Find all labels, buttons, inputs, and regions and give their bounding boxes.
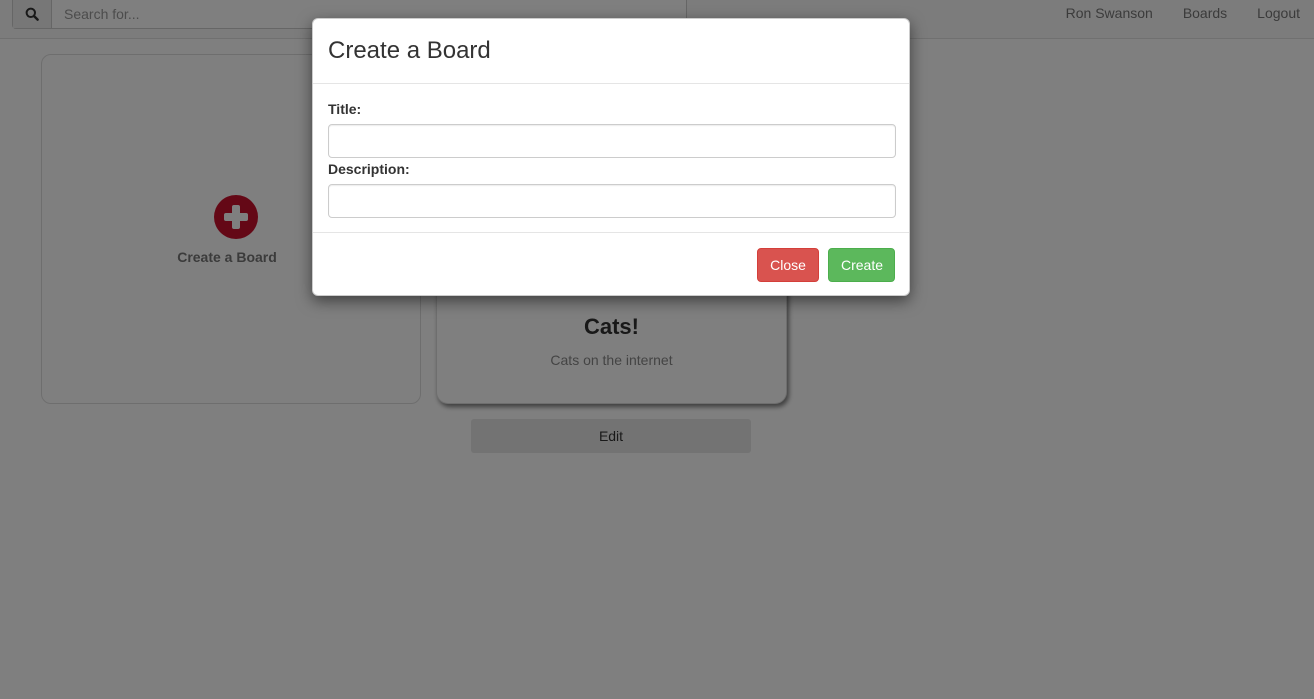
- close-button[interactable]: Close: [757, 247, 819, 282]
- title-input[interactable]: [328, 124, 896, 158]
- modal-body: Title: Description:: [313, 84, 909, 233]
- modal-header: Create a Board: [313, 19, 909, 84]
- create-button[interactable]: Create: [828, 247, 895, 282]
- modal-footer: Close Create: [313, 233, 909, 296]
- modal-title: Create a Board: [328, 37, 491, 64]
- title-label: Title:: [328, 101, 362, 117]
- description-input[interactable]: [328, 184, 896, 218]
- description-label: Description:: [328, 161, 410, 177]
- create-board-modal: Create a Board Title: Description: Close…: [312, 18, 910, 296]
